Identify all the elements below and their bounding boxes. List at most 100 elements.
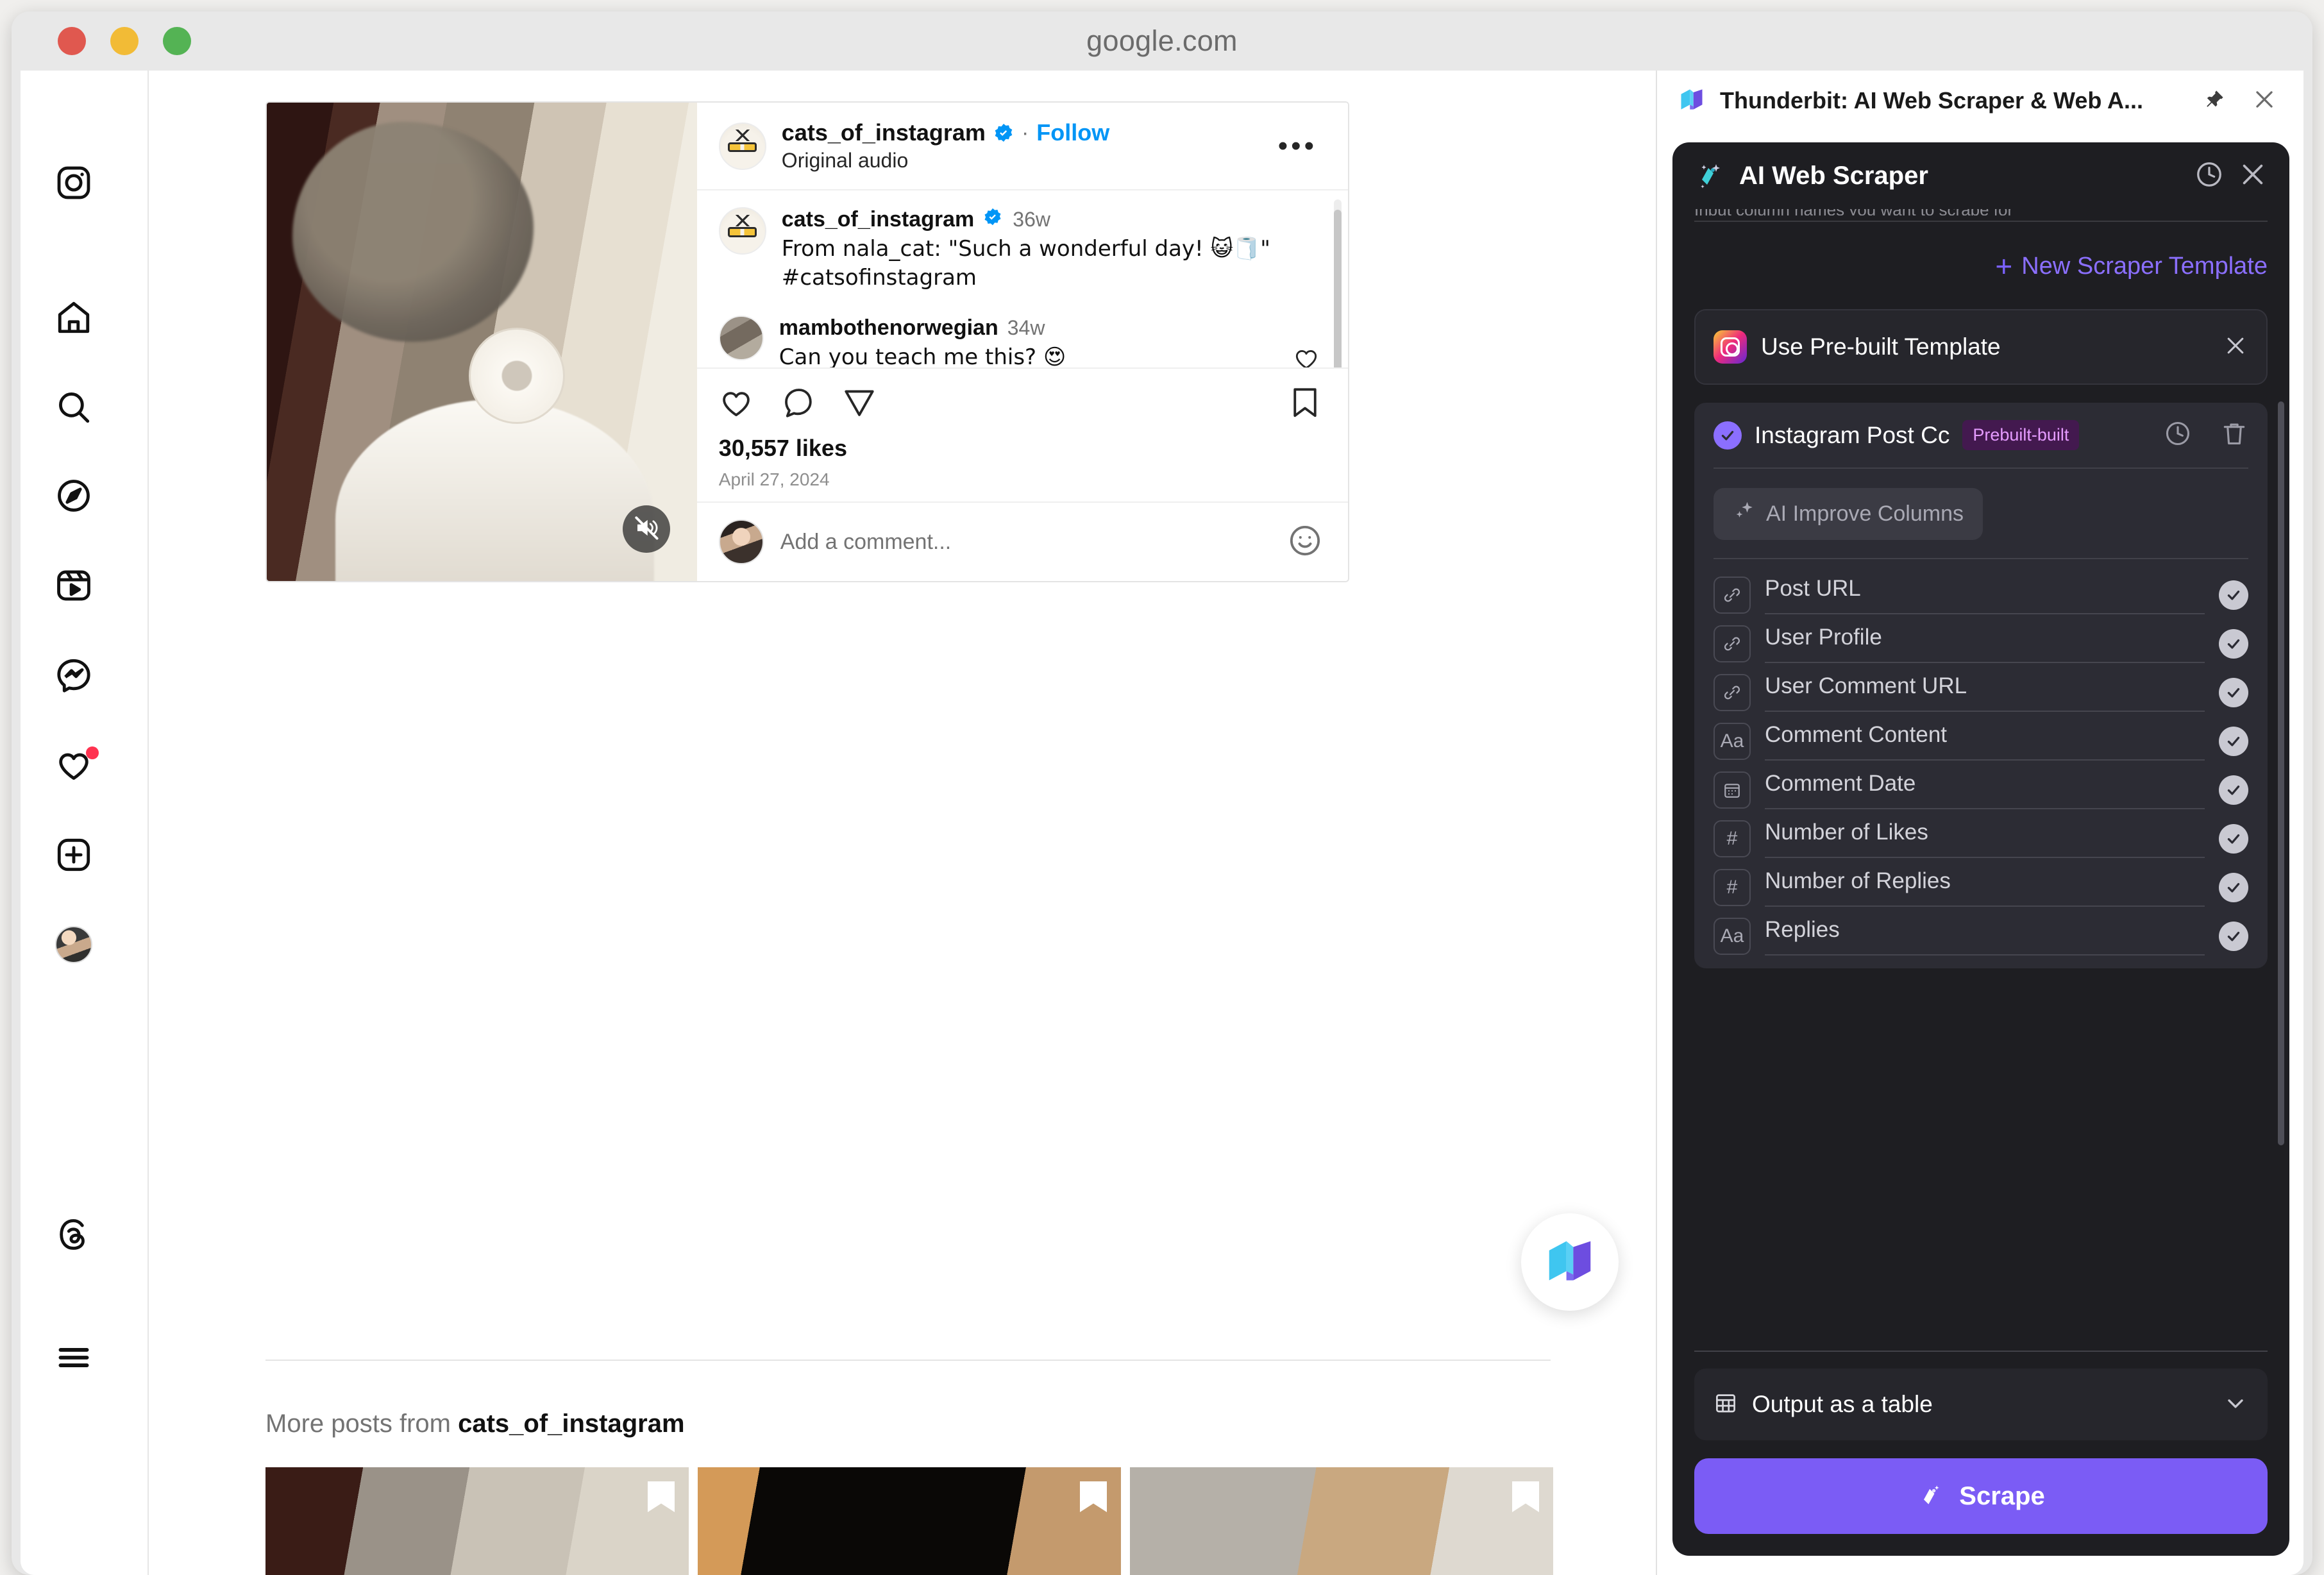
more-posts-title: More posts from cats_of_instagram — [265, 1410, 685, 1438]
column-name[interactable]: User Comment URL — [1765, 673, 2205, 712]
column-name[interactable]: Post URL — [1765, 576, 2205, 614]
sidebar-item-reels[interactable] — [38, 550, 109, 621]
post-thumbnail[interactable] — [1130, 1467, 1553, 1575]
history-clock-icon[interactable] — [2194, 160, 2224, 192]
divider — [1694, 1351, 2268, 1352]
original-audio-label[interactable]: Original audio — [782, 149, 1109, 173]
column-name[interactable]: Comment Date — [1765, 771, 2205, 809]
new-scraper-template-button[interactable]: + New Scraper Template — [1694, 251, 2268, 281]
follow-button[interactable]: Follow — [1036, 119, 1109, 146]
sidebar-item-more[interactable] — [38, 1322, 109, 1393]
pin-icon[interactable] — [2197, 88, 2232, 114]
template-selected-icon[interactable] — [1714, 421, 1742, 450]
plus-icon: + — [1995, 249, 2013, 283]
template-name[interactable]: Instagram Post Cc — [1755, 422, 1949, 449]
browser-window: google.com cats_of_instagram · Follow Or… — [12, 12, 2312, 1575]
sidebar-item-search[interactable] — [38, 372, 109, 442]
instagram-icon — [1714, 330, 1747, 364]
close-icon[interactable] — [2223, 333, 2248, 362]
divider — [1694, 221, 2268, 222]
column-enabled-checkbox[interactable] — [2219, 922, 2248, 951]
comment-icon[interactable] — [780, 385, 815, 423]
column-name[interactable]: Number of Likes — [1765, 820, 2205, 858]
post-author-username[interactable]: cats_of_instagram — [782, 119, 986, 146]
column-name[interactable]: Number of Replies — [1765, 868, 2205, 907]
column-enabled-checkbox[interactable] — [2219, 873, 2248, 902]
column-field-row: # Number of Replies — [1714, 858, 2248, 907]
ai-web-scraper-card: AI Web Scraper Input column names you wa… — [1672, 142, 2289, 1556]
share-icon[interactable] — [842, 385, 877, 423]
link-type-icon[interactable] — [1714, 625, 1751, 662]
column-enabled-checkbox[interactable] — [2219, 775, 2248, 805]
like-icon[interactable] — [719, 385, 754, 423]
column-name[interactable]: Replies — [1765, 917, 2205, 956]
comment-timestamp: 34w — [1007, 316, 1045, 339]
caption-author-avatar[interactable] — [718, 207, 766, 255]
extension-title: Thunderbit: AI Web Scraper & Web A... — [1720, 87, 2144, 114]
scrape-button[interactable]: Scrape — [1694, 1458, 2268, 1534]
comments-list[interactable]: cats_of_instagram 36w From nala_cat: "Su… — [697, 190, 1348, 367]
column-enabled-checkbox[interactable] — [2219, 678, 2248, 707]
column-name[interactable]: User Profile — [1765, 625, 2205, 663]
post-date: April 27, 2024 — [718, 469, 830, 489]
calendar-type-icon[interactable] — [1714, 771, 1751, 809]
trash-icon[interactable] — [2210, 419, 2248, 451]
emoji-picker-icon[interactable] — [1288, 523, 1322, 561]
scrape-wand-icon — [1917, 1481, 1945, 1512]
caption-username[interactable]: cats_of_instagram — [782, 207, 974, 232]
post-likes-count[interactable]: 30,557 likes — [719, 435, 1322, 462]
column-enabled-checkbox[interactable] — [2219, 824, 2248, 854]
panel-scrollbar-thumb[interactable] — [2278, 401, 2284, 1145]
comment-username[interactable]: mambothenorwegian — [779, 316, 998, 341]
text-type-icon[interactable]: Aa — [1714, 918, 1751, 955]
chevron-down-icon[interactable] — [2223, 1390, 2248, 1419]
column-enabled-checkbox[interactable] — [2219, 629, 2248, 659]
thunderbit-launcher-button[interactable] — [1521, 1213, 1619, 1311]
more-posts-account[interactable]: cats_of_instagram — [458, 1410, 684, 1438]
reel-badge-icon — [1080, 1481, 1107, 1512]
comments-scrollbar-thumb[interactable] — [1334, 210, 1342, 367]
column-enabled-checkbox[interactable] — [2219, 580, 2248, 610]
output-format-select[interactable]: Output as a table — [1694, 1369, 2268, 1440]
sidebar-item-profile[interactable] — [38, 909, 109, 980]
number-type-icon[interactable]: # — [1714, 869, 1751, 906]
thunderbit-logo-icon — [1678, 85, 1706, 117]
history-clock-icon[interactable] — [2153, 419, 2192, 451]
sidebar-item-messages[interactable] — [38, 640, 109, 711]
post-thumbnail[interactable] — [698, 1467, 1121, 1575]
heart-icon — [1293, 350, 1320, 367]
link-type-icon[interactable] — [1714, 577, 1751, 614]
comment-like-button[interactable] — [1293, 316, 1320, 367]
caption-timestamp: 36w — [1013, 208, 1050, 231]
sidebar-item-instagram-logo[interactable] — [38, 147, 109, 218]
author-avatar[interactable] — [718, 122, 766, 170]
sidebar-item-notifications[interactable] — [38, 730, 109, 800]
mute-button[interactable] — [622, 505, 670, 553]
sidebar-item-threads[interactable] — [38, 1199, 109, 1270]
text-type-icon[interactable]: Aa — [1714, 723, 1751, 760]
avatar[interactable] — [718, 315, 764, 360]
use-prebuilt-template-row[interactable]: Use Pre-built Template — [1694, 309, 2268, 385]
url-label: google.com — [1086, 24, 1238, 57]
bookmark-icon[interactable] — [1288, 385, 1322, 423]
sidebar-item-create[interactable] — [38, 820, 109, 890]
number-type-icon[interactable]: # — [1714, 820, 1751, 857]
add-comment-input[interactable]: Add a comment... — [780, 530, 1271, 555]
threads-icon — [55, 1216, 92, 1253]
column-field-row: Aa Replies — [1714, 907, 2248, 956]
sidebar-item-explore[interactable] — [38, 460, 109, 531]
scraper-panel-body[interactable]: Input column names you want to scrape fo… — [1672, 209, 2289, 1351]
instagram-post-card: cats_of_instagram · Follow Original audi… — [265, 101, 1349, 582]
close-icon[interactable] — [2246, 87, 2283, 115]
close-icon[interactable] — [2238, 160, 2268, 192]
sidebar-item-home[interactable] — [38, 282, 109, 353]
post-video[interactable] — [267, 103, 697, 581]
toilet-paper-roll — [469, 327, 566, 424]
notification-badge-dot — [86, 746, 99, 759]
ai-improve-columns-button[interactable]: AI Improve Columns — [1714, 488, 1983, 540]
link-type-icon[interactable] — [1714, 674, 1751, 711]
column-enabled-checkbox[interactable] — [2219, 727, 2248, 756]
column-name[interactable]: Comment Content — [1765, 722, 2205, 761]
post-options-button[interactable]: ••• — [1267, 131, 1329, 160]
post-thumbnail[interactable] — [265, 1467, 689, 1575]
